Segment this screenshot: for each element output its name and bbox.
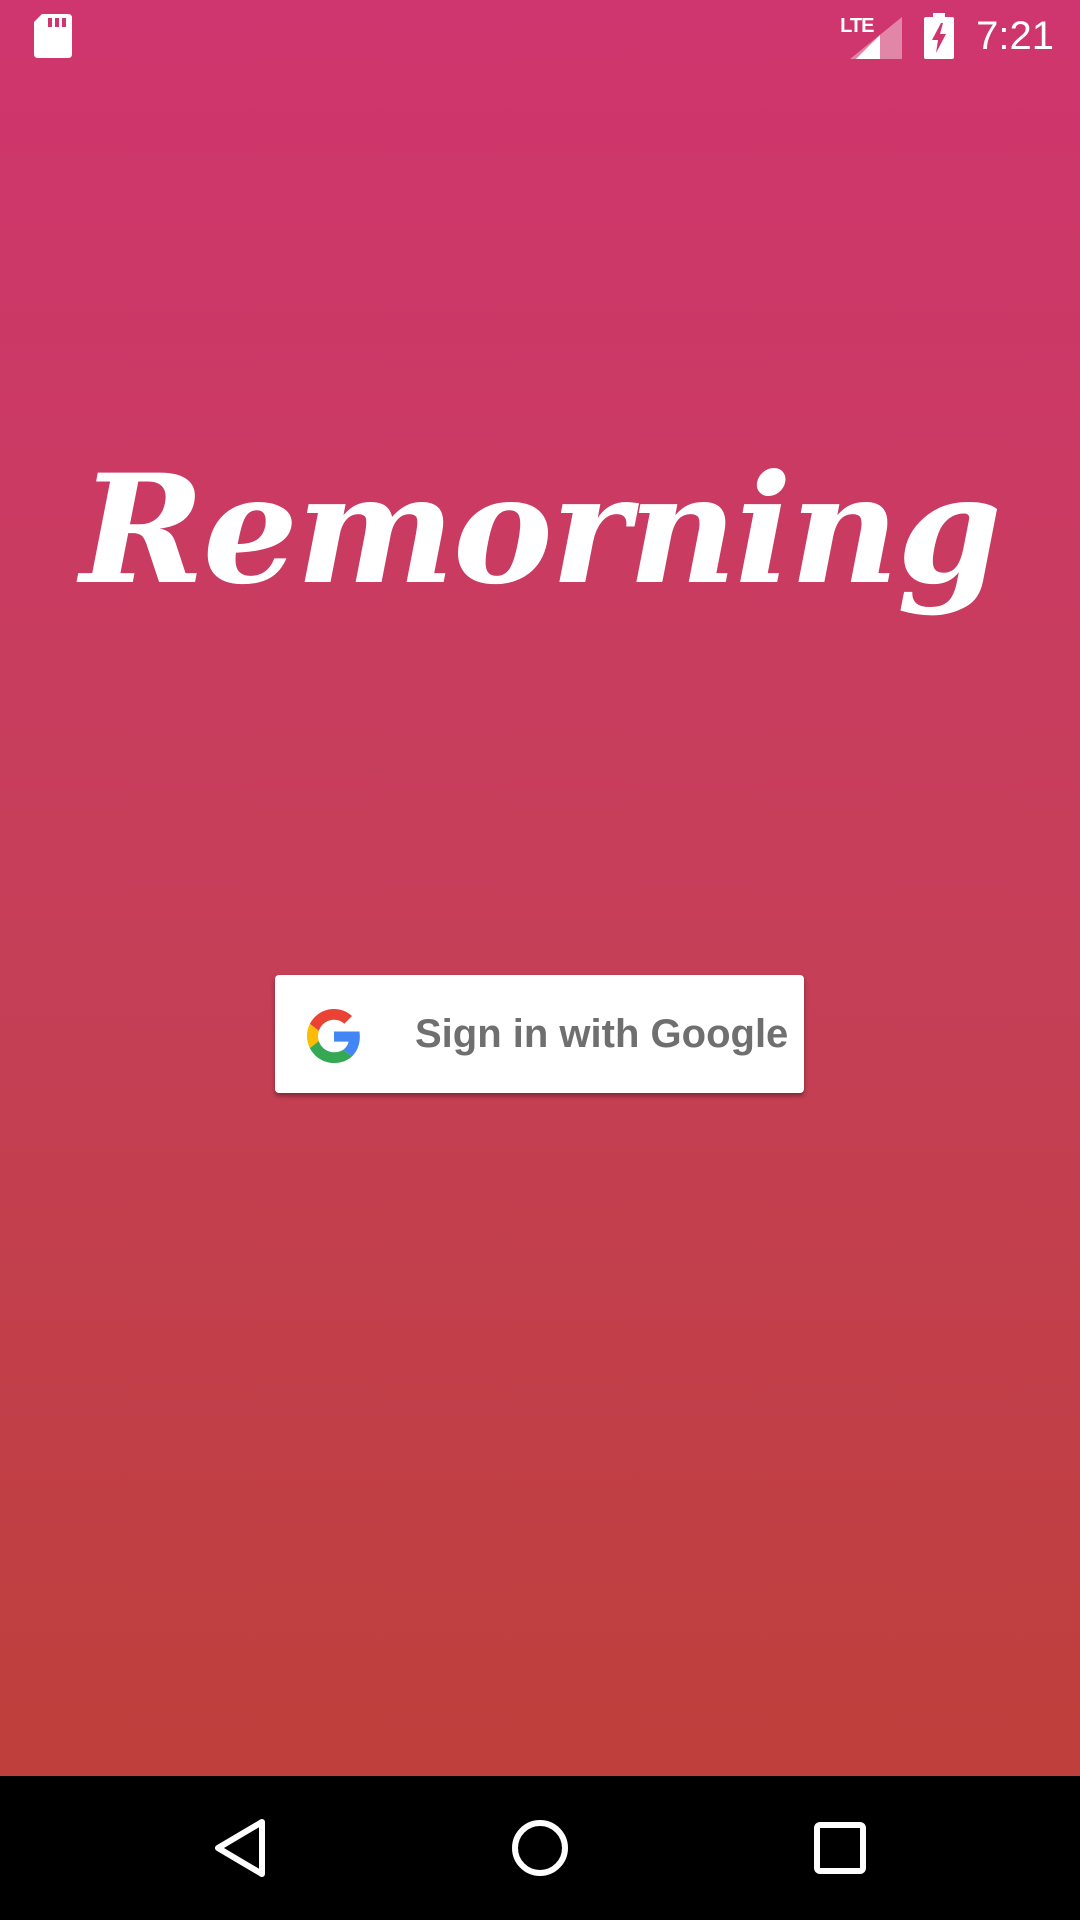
status-bar: LTE 7:21 (0, 0, 1080, 72)
battery-charging-icon (924, 13, 955, 59)
status-time: 7:21 (976, 14, 1054, 58)
navigation-bar (0, 1776, 1080, 1920)
home-button[interactable] (460, 1776, 620, 1920)
status-icons: LTE 7:21 (840, 10, 1054, 62)
home-icon (512, 1820, 568, 1876)
google-signin-button[interactable]: Sign in with Google (275, 975, 804, 1093)
recents-button[interactable] (760, 1776, 920, 1920)
google-g-icon (307, 1009, 360, 1063)
back-button[interactable] (160, 1776, 320, 1920)
google-signin-label: Sign in with Google (415, 1012, 789, 1056)
login-screen: LTE 7:21 Remorning Sign in with Google (0, 0, 1080, 1776)
network-type-label: LTE (840, 15, 874, 37)
lte-signal-icon: LTE (840, 13, 903, 59)
recents-icon (814, 1822, 866, 1874)
back-icon (215, 1819, 265, 1877)
sd-card-icon (34, 14, 72, 58)
app-logo: Remorning (80, 442, 1002, 618)
